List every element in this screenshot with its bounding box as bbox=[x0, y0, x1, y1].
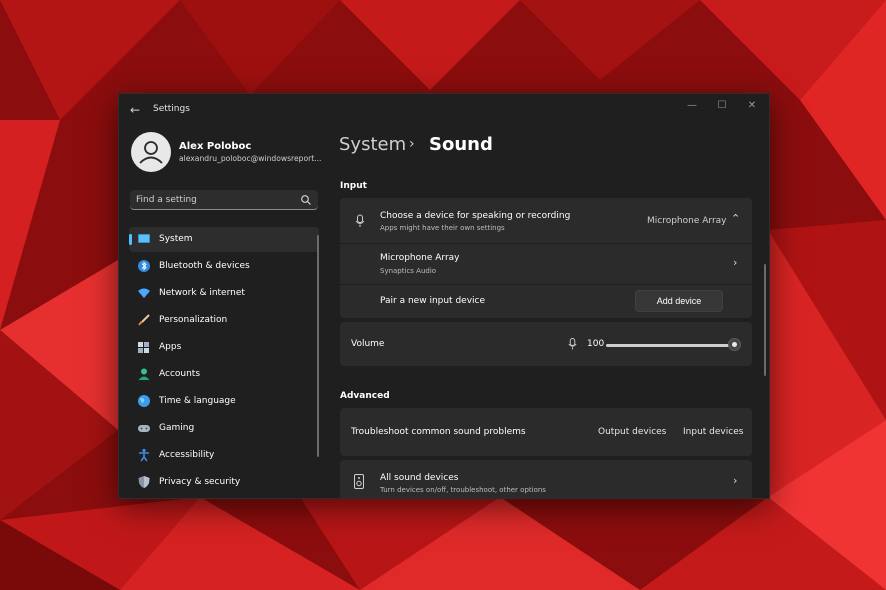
pair-input-label: Pair a new input device bbox=[380, 296, 486, 306]
chevron-right-icon[interactable]: › bbox=[733, 474, 737, 487]
title-bar: ← Settings — ☐ ✕ bbox=[119, 94, 769, 126]
speaker-icon bbox=[354, 474, 364, 489]
choose-input-subtitle: Apps might have their own settings bbox=[380, 224, 505, 232]
all-sound-devices-title: All sound devices bbox=[380, 473, 459, 483]
input-device-card: Choose a device for speaking or recordin… bbox=[340, 198, 752, 318]
input-devices-link[interactable]: Input devices bbox=[683, 427, 743, 437]
chevron-right-icon[interactable]: › bbox=[733, 256, 737, 269]
sidebar-item-label: Apps bbox=[159, 342, 182, 352]
sidebar-item-label: System bbox=[159, 234, 193, 244]
search-input[interactable] bbox=[136, 193, 296, 206]
add-device-button[interactable]: Add device bbox=[635, 290, 723, 312]
sidebar-nav: System Bluetooth & devices Network & int… bbox=[129, 227, 319, 497]
troubleshoot-label: Troubleshoot common sound problems bbox=[351, 427, 526, 437]
device-name: Microphone Array bbox=[380, 253, 460, 263]
sidebar-item-label: Accounts bbox=[159, 369, 201, 379]
microphone-array-row[interactable]: Microphone Array Synaptics Audio › bbox=[340, 244, 752, 284]
troubleshoot-card: Troubleshoot common sound problems Outpu… bbox=[340, 408, 752, 456]
apps-icon bbox=[138, 342, 149, 353]
sidebar-item-label: Personalization bbox=[159, 315, 228, 325]
wifi-icon bbox=[138, 288, 150, 298]
close-button[interactable]: ✕ bbox=[741, 98, 763, 114]
sidebar-item-system[interactable]: System bbox=[129, 227, 319, 252]
accessibility-icon bbox=[139, 448, 149, 462]
sidebar-item-label: Gaming bbox=[159, 423, 195, 433]
person-icon bbox=[139, 141, 163, 164]
section-input-heading: Input bbox=[340, 181, 367, 191]
volume-slider-thumb[interactable] bbox=[728, 338, 741, 351]
gamepad-icon bbox=[138, 425, 150, 432]
output-devices-link[interactable]: Output devices bbox=[598, 427, 666, 437]
bluetooth-icon bbox=[138, 260, 150, 272]
all-sound-devices-subtitle: Turn devices on/off, troubleshoot, other… bbox=[380, 486, 546, 494]
device-subtitle: Synaptics Audio bbox=[380, 267, 437, 275]
user-name: Alex Poloboc bbox=[179, 141, 252, 152]
search-icon[interactable] bbox=[300, 194, 312, 206]
breadcrumb-separator: › bbox=[409, 136, 415, 152]
sidebar-item-apps[interactable]: Apps bbox=[129, 335, 319, 360]
microphone-icon bbox=[355, 214, 365, 227]
all-sound-devices-card[interactable]: All sound devices Turn devices on/off, t… bbox=[340, 460, 752, 498]
volume-value: 100 bbox=[587, 339, 605, 349]
settings-window: ← Settings — ☐ ✕ Alex Poloboc alexandru_… bbox=[118, 93, 770, 499]
sidebar-item-network[interactable]: Network & internet bbox=[129, 281, 319, 306]
sidebar-item-gaming[interactable]: Gaming bbox=[129, 416, 319, 441]
chevron-up-icon[interactable]: ⌃ bbox=[731, 212, 740, 225]
choose-input-title: Choose a device for speaking or recordin… bbox=[380, 211, 571, 221]
sidebar-item-label: Privacy & security bbox=[159, 477, 241, 487]
sidebar-item-privacy[interactable]: Privacy & security bbox=[129, 470, 319, 495]
sidebar-item-label: Time & language bbox=[159, 396, 236, 406]
sidebar-item-time-language[interactable]: Time & language bbox=[129, 389, 319, 414]
maximize-button[interactable]: ☐ bbox=[711, 98, 733, 114]
sidebar-item-label: Bluetooth & devices bbox=[159, 261, 250, 271]
avatar[interactable] bbox=[131, 132, 171, 172]
search-box[interactable] bbox=[130, 190, 318, 210]
volume-card: Volume 100 bbox=[340, 322, 752, 366]
sidebar-item-accessibility[interactable]: Accessibility bbox=[129, 443, 319, 468]
shield-icon bbox=[138, 476, 150, 488]
content-scrollbar[interactable] bbox=[764, 264, 766, 376]
globe-icon bbox=[138, 395, 150, 407]
sidebar-item-personalization[interactable]: Personalization bbox=[129, 308, 319, 333]
breadcrumb-parent[interactable]: System bbox=[339, 134, 406, 155]
back-arrow-icon[interactable]: ← bbox=[127, 102, 143, 118]
system-icon bbox=[138, 234, 150, 243]
selected-input-value: Microphone Array bbox=[647, 216, 727, 226]
minimize-button[interactable]: — bbox=[681, 98, 703, 114]
page-title: Sound bbox=[429, 134, 493, 155]
volume-slider-track[interactable] bbox=[606, 344, 730, 347]
accounts-icon bbox=[138, 368, 150, 380]
sidebar-scrollbar[interactable] bbox=[317, 235, 319, 457]
user-email: alexandru_poloboc@windowsreport... bbox=[179, 154, 322, 163]
volume-label: Volume bbox=[351, 339, 385, 349]
sidebar-item-label: Accessibility bbox=[159, 450, 215, 460]
section-advanced-heading: Advanced bbox=[340, 391, 390, 401]
pair-input-row: Pair a new input device Add device bbox=[340, 285, 752, 318]
choose-input-row[interactable]: Choose a device for speaking or recordin… bbox=[340, 198, 752, 243]
brush-icon bbox=[138, 314, 150, 326]
sidebar-item-accounts[interactable]: Accounts bbox=[129, 362, 319, 387]
sidebar-item-label: Network & internet bbox=[159, 288, 245, 298]
app-title: Settings bbox=[153, 104, 190, 114]
microphone-icon[interactable] bbox=[567, 337, 578, 351]
sidebar-item-bluetooth[interactable]: Bluetooth & devices bbox=[129, 254, 319, 279]
